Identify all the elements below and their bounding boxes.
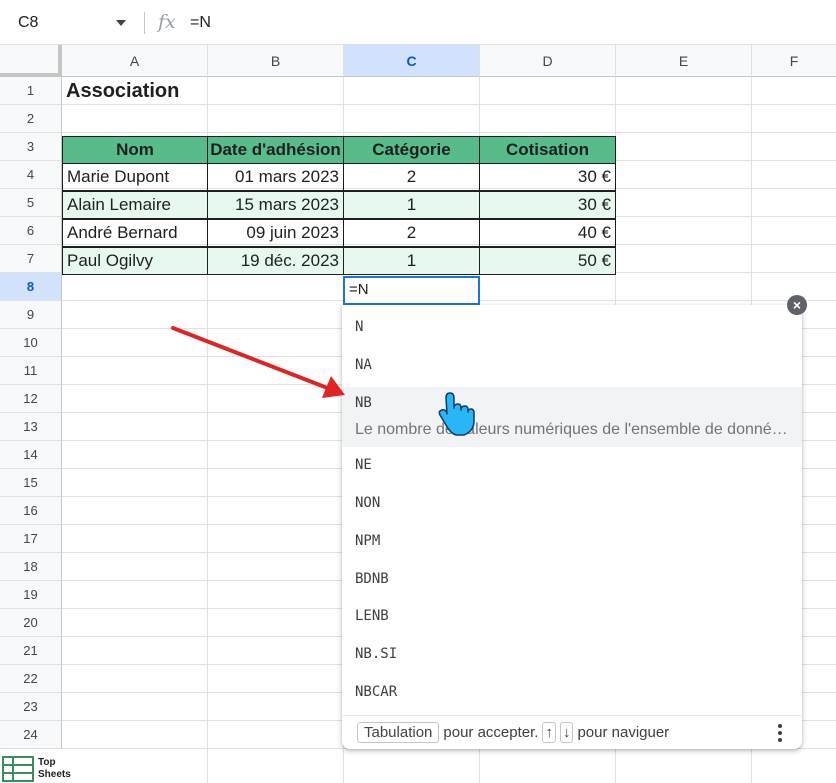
- row-header[interactable]: 23: [0, 693, 62, 721]
- suggestion-label: NB: [355, 395, 372, 411]
- formula-separator: [144, 12, 145, 34]
- name-box[interactable]: C8: [18, 14, 38, 32]
- row-header[interactable]: 2: [0, 105, 62, 133]
- table-cell[interactable]: 50 €: [479, 247, 616, 275]
- row-header[interactable]: 13: [0, 413, 62, 441]
- column-header-c[interactable]: C: [344, 45, 480, 77]
- sheet-title[interactable]: Association: [62, 77, 342, 105]
- function-icon: fx: [158, 11, 176, 33]
- table-cell[interactable]: 19 déc. 2023: [207, 247, 344, 275]
- suggestion-item[interactable]: BDNB: [342, 563, 802, 595]
- arrow-down-key-badge: ↓: [559, 722, 574, 743]
- row-header[interactable]: 9: [0, 301, 62, 329]
- suggestion-item[interactable]: NPM: [342, 525, 802, 557]
- column-header-d[interactable]: D: [480, 45, 616, 77]
- more-options-icon[interactable]: [778, 724, 782, 742]
- close-popup-icon[interactable]: ×: [787, 295, 807, 315]
- autocomplete-popup: N NA NB Le nombre de valeurs numériques …: [342, 305, 802, 749]
- row-header[interactable]: 5: [0, 189, 62, 217]
- sheets-grid-icon: [2, 756, 34, 782]
- suggestion-description: Le nombre de valeurs numériques de l'ens…: [355, 421, 788, 438]
- row-header[interactable]: 7: [0, 245, 62, 273]
- column-header-a[interactable]: A: [62, 45, 208, 77]
- row-header[interactable]: 16: [0, 497, 62, 525]
- table-cell[interactable]: 1: [343, 247, 480, 275]
- column-header-e[interactable]: E: [616, 45, 752, 77]
- row-header[interactable]: 3: [0, 133, 62, 161]
- table-cell[interactable]: 1: [343, 191, 480, 219]
- suggestion-item[interactable]: LENB: [342, 600, 802, 632]
- column-header-f[interactable]: F: [752, 45, 836, 77]
- table-header-cell[interactable]: Catégorie: [343, 136, 480, 164]
- row-header[interactable]: 15: [0, 469, 62, 497]
- logo-line-1: Top: [38, 757, 56, 768]
- table-header-cell[interactable]: Nom: [62, 136, 208, 164]
- table-header-cell[interactable]: Cotisation: [479, 136, 616, 164]
- table-cell[interactable]: 15 mars 2023: [207, 191, 344, 219]
- row-header[interactable]: 10: [0, 329, 62, 357]
- row-header[interactable]: 8: [0, 273, 62, 301]
- table-cell[interactable]: Paul Ogilvy: [62, 247, 208, 275]
- row-header[interactable]: 24: [0, 721, 62, 749]
- row-header[interactable]: 6: [0, 217, 62, 245]
- navigate-hint: pour naviguer: [577, 724, 670, 741]
- row-header[interactable]: 18: [0, 553, 62, 581]
- suggestion-item[interactable]: NB.SI: [342, 638, 802, 670]
- table-cell[interactable]: André Bernard: [62, 219, 208, 247]
- row-header[interactable]: 22: [0, 665, 62, 693]
- name-box-dropdown-icon[interactable]: [116, 20, 126, 26]
- table-cell[interactable]: 2: [343, 219, 480, 247]
- suggestion-item[interactable]: NA: [342, 349, 802, 381]
- table-cell[interactable]: 40 €: [479, 219, 616, 247]
- suggestion-item[interactable]: NE: [342, 449, 802, 481]
- table-cell[interactable]: 09 juin 2023: [207, 219, 344, 247]
- row-header[interactable]: 12: [0, 385, 62, 413]
- top-sheets-logo: Top Sheets: [2, 755, 82, 783]
- table-cell[interactable]: 2: [343, 163, 480, 191]
- row-header[interactable]: 14: [0, 441, 62, 469]
- arrow-up-key-badge: ↑: [542, 722, 556, 743]
- formula-input[interactable]: =N: [190, 14, 211, 32]
- gridline: [62, 132, 836, 133]
- row-header[interactable]: 21: [0, 637, 62, 665]
- formula-bar: C8 fx =N: [0, 0, 836, 45]
- table-cell[interactable]: Alain Lemaire: [62, 191, 208, 219]
- popup-footer: Tabulation pour accepter. ↑ ↓ pour navig…: [342, 715, 802, 749]
- table-cell[interactable]: 30 €: [479, 163, 616, 191]
- row-header[interactable]: 11: [0, 357, 62, 385]
- active-cell-editor[interactable]: =N: [343, 276, 480, 305]
- suggestion-item[interactable]: NON: [342, 487, 802, 519]
- suggestion-item[interactable]: NBCAR: [342, 676, 802, 708]
- tab-key-badge: Tabulation: [357, 722, 440, 743]
- select-all-corner[interactable]: [0, 45, 62, 77]
- accept-hint: pour accepter.: [443, 724, 539, 741]
- row-header[interactable]: 20: [0, 609, 62, 637]
- column-header-b[interactable]: B: [208, 45, 344, 77]
- table-cell[interactable]: Marie Dupont: [62, 163, 208, 191]
- row-header[interactable]: 4: [0, 161, 62, 189]
- row-header[interactable]: 1: [0, 77, 62, 105]
- table-header-cell[interactable]: Date d'adhésion: [207, 136, 344, 164]
- table-cell[interactable]: 01 mars 2023: [207, 163, 344, 191]
- row-header[interactable]: 19: [0, 581, 62, 609]
- table-cell[interactable]: 30 €: [479, 191, 616, 219]
- logo-line-2: Sheets: [38, 769, 71, 780]
- row-header[interactable]: 17: [0, 525, 62, 553]
- suggestion-item[interactable]: N: [342, 311, 802, 343]
